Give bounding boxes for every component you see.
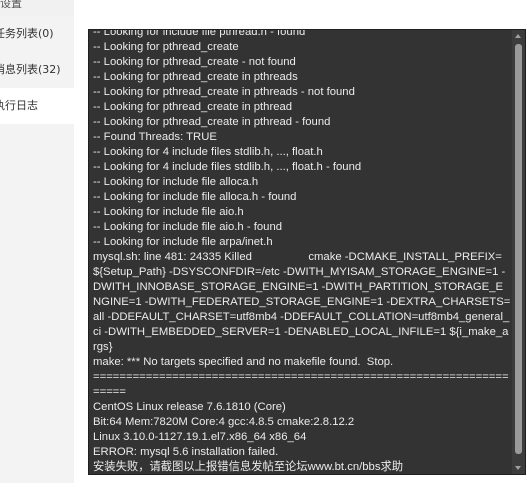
- scroll-down-icon[interactable]: [515, 466, 521, 470]
- top-strip-text: 设置: [0, 0, 22, 8]
- sidebar-item-label: 执行日志: [0, 99, 38, 112]
- log-content: -- Looking for include file pthread.h - …: [93, 29, 511, 474]
- log-line: -- Looking for pthread_create: [93, 41, 239, 53]
- log-line: 安装失败，请截图以上报错信息发帖至论坛www.bt.cn/bbs求助: [93, 461, 404, 473]
- log-line: -- Looking for include file arpa/inet.h: [93, 236, 273, 248]
- sidebar: 任务列表(0) 消息列表(32) 执行日志: [0, 16, 74, 483]
- log-line: -- Looking for include file pthread.h - …: [93, 29, 306, 38]
- log-scrollbar[interactable]: [512, 30, 525, 474]
- log-line: mysql.sh: line 481: 24335 Killed cmake -…: [93, 251, 511, 353]
- log-line: CentOS Linux release 7.6.1810 (Core): [93, 401, 286, 413]
- log-line: -- Looking for include file alloca.h: [93, 176, 259, 188]
- sidebar-item-label: 任务列表(0): [0, 27, 54, 40]
- scroll-up-icon[interactable]: [515, 34, 521, 38]
- log-line: -- Looking for include file aio.h: [93, 206, 244, 218]
- sidebar-item-label: 消息列表(32): [0, 63, 61, 76]
- log-line: -- Looking for pthread_create in pthread: [93, 101, 293, 113]
- log-line: -- Looking for pthread_create in pthread…: [93, 86, 355, 98]
- sidebar-item-message-list[interactable]: 消息列表(32): [0, 52, 74, 88]
- log-line: -- Looking for pthread_create in pthread…: [93, 116, 331, 128]
- execution-log-panel[interactable]: -- Looking for include file pthread.h - …: [88, 29, 526, 475]
- log-line: ERROR: mysql 5.6 installation failed.: [93, 446, 279, 458]
- log-line: -- Looking for 4 include files stdlib.h,…: [93, 146, 323, 158]
- log-line: -- Looking for pthread_create in pthread…: [93, 71, 298, 83]
- log-line: -- Looking for 4 include files stdlib.h,…: [93, 161, 362, 173]
- log-line: Linux 3.10.0-1127.19.1.el7.x86_64 x86_64: [93, 431, 307, 443]
- top-strip: 设置: [0, 0, 74, 16]
- sidebar-item-task-list[interactable]: 任务列表(0): [0, 16, 74, 52]
- scrollbar-thumb[interactable]: [515, 44, 522, 454]
- log-line: make: *** No targets specified and no ma…: [93, 356, 394, 368]
- log-line: Bit:64 Mem:7820M Core:4 gcc:4.8.5 cmake:…: [93, 416, 355, 428]
- log-line: -- Looking for include file alloca.h - f…: [93, 191, 297, 203]
- log-line: ========================================…: [93, 371, 509, 398]
- log-line: -- Looking for include file aio.h - foun…: [93, 221, 283, 233]
- log-line: -- Found Threads: TRUE: [93, 131, 217, 143]
- sidebar-item-execution-log[interactable]: 执行日志: [0, 88, 74, 124]
- task-manager-window: 设置 任务列表(0) 消息列表(32) 执行日志 -- Looking for …: [0, 0, 529, 483]
- log-line: -- Looking for pthread_create - not foun…: [93, 56, 296, 68]
